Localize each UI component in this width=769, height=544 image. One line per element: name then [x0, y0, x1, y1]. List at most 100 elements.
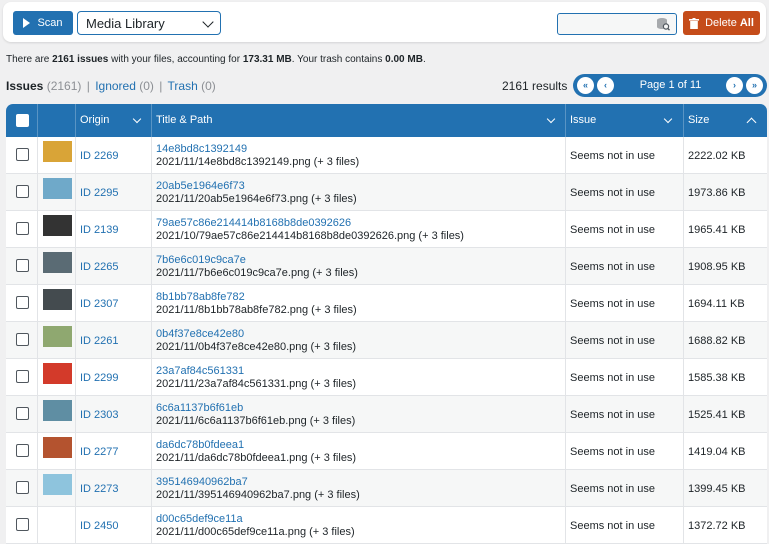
origin-link[interactable]: ID 2277	[80, 446, 119, 458]
file-title-link[interactable]: da6dc78b0fdeea1	[156, 439, 244, 451]
tab-issues-count: (2161)	[46, 79, 82, 93]
row-checkbox[interactable]	[16, 259, 29, 272]
tab-issues[interactable]: Issues	[6, 79, 43, 93]
table-row: ID 2139 79ae57c86e214414b8168b8de0392626 2…	[6, 211, 767, 248]
row-checkbox[interactable]	[16, 148, 29, 161]
thumbnail-image[interactable]	[43, 474, 72, 495]
column-issue[interactable]: Issue	[570, 104, 596, 137]
file-title-link[interactable]: 7b6e6c019c9ca7e	[156, 254, 246, 266]
file-title-link[interactable]: 8b1bb78ab8fe782	[156, 291, 245, 303]
origin-link[interactable]: ID 2139	[80, 224, 119, 236]
select-all-checkbox[interactable]	[16, 114, 29, 127]
row-checkbox[interactable]	[16, 333, 29, 346]
issue-tabs: Issues (2161) | Ignored (0) | Trash (0)	[6, 79, 216, 93]
media-source-select[interactable]: Media Library	[77, 11, 221, 35]
thumbnail-image[interactable]	[43, 400, 72, 421]
table-row: ID 2261 0b4f37e8ce42e80 2021/11/0b4f37e8ce…	[6, 322, 767, 359]
row-checkbox[interactable]	[16, 481, 29, 494]
file-path: 2021/11/395146940962ba7.png (+ 3 files)	[156, 489, 360, 501]
media-source-value: Media Library	[86, 15, 165, 31]
file-title-link[interactable]: 6c6a1137b6f61eb	[156, 402, 243, 414]
thumbnail-image[interactable]	[43, 252, 72, 273]
summary-prefix: There are	[6, 54, 53, 65]
issue-text: Seems not in use	[570, 261, 655, 273]
row-checkbox[interactable]	[16, 444, 29, 457]
first-page-button[interactable]: «	[577, 77, 594, 94]
issue-text: Seems not in use	[570, 224, 655, 236]
file-title-link[interactable]: 14e8bd8c1392149	[156, 143, 247, 155]
file-size: 1419.04 KB	[688, 446, 746, 458]
next-page-button[interactable]: ›	[726, 77, 743, 94]
thumbnail-image[interactable]	[43, 178, 72, 199]
thumbnail-image[interactable]	[43, 511, 72, 532]
issue-text: Seems not in use	[570, 409, 655, 421]
row-checkbox[interactable]	[16, 296, 29, 309]
origin-link[interactable]: ID 2307	[80, 298, 119, 310]
origin-link[interactable]: ID 2273	[80, 483, 119, 495]
table-row: ID 2450 d00c65def9ce11a 2021/11/d00c65def9…	[6, 507, 767, 544]
origin-link[interactable]: ID 2261	[80, 335, 119, 347]
file-size: 1525.41 KB	[688, 409, 746, 421]
thumbnail-image[interactable]	[43, 141, 72, 162]
origin-link[interactable]: ID 2450	[80, 520, 119, 532]
file-title-link[interactable]: 0b4f37e8ce42e80	[156, 328, 244, 340]
row-checkbox[interactable]	[16, 518, 29, 531]
pagination: « ‹ Page 1 of 11 › »	[573, 74, 767, 97]
file-title-link[interactable]: 20ab5e1964e6f73	[156, 180, 245, 192]
file-path: 2021/11/6c6a1137b6f61eb.png (+ 3 files)	[156, 415, 356, 427]
thumbnail-image[interactable]	[43, 326, 72, 347]
issue-text: Seems not in use	[570, 446, 655, 458]
sort-chevron-icon[interactable]	[663, 114, 673, 124]
thumbnail-image[interactable]	[43, 289, 72, 310]
row-checkbox[interactable]	[16, 370, 29, 383]
delete-label-bold: All	[739, 17, 754, 29]
tab-trash[interactable]: Trash	[168, 79, 198, 93]
delete-all-button[interactable]: Delete All	[683, 11, 760, 35]
file-path: 2021/11/14e8bd8c1392149.png (+ 3 files)	[156, 156, 360, 168]
summary-size: 173.31 MB	[242, 54, 292, 65]
file-title-link[interactable]: 79ae57c86e214414b8168b8de0392626	[156, 217, 351, 229]
table-header: Origin Title & Path Issue Size	[6, 104, 767, 137]
tab-ignored[interactable]: Ignored	[95, 79, 136, 93]
file-title-link[interactable]: 23a7af84c561331	[156, 365, 244, 377]
file-path: 2021/11/da6dc78b0fdeea1.png (+ 3 files)	[156, 452, 357, 464]
file-path: 2021/11/7b6e6c019c9ca7e.png (+ 3 files)	[156, 267, 358, 279]
file-size: 1965.41 KB	[688, 224, 746, 236]
summary-issues-count: 2161 issues	[52, 54, 109, 65]
tab-separator: |	[86, 79, 90, 93]
file-size: 1908.95 KB	[688, 261, 746, 273]
sort-chevron-icon[interactable]	[132, 114, 142, 124]
file-title-link[interactable]: d00c65def9ce11a	[156, 513, 243, 525]
column-origin[interactable]: Origin	[80, 104, 109, 137]
row-checkbox[interactable]	[16, 185, 29, 198]
file-path: 2021/11/20ab5e1964e6f73.png (+ 3 files)	[156, 193, 357, 205]
file-title-link[interactable]: 395146940962ba7	[156, 476, 248, 488]
row-checkbox[interactable]	[16, 407, 29, 420]
column-size[interactable]: Size	[688, 104, 709, 137]
thumbnail-image[interactable]	[43, 363, 72, 384]
thumbnail-image[interactable]	[43, 215, 72, 236]
origin-link[interactable]: ID 2265	[80, 261, 119, 273]
tab-separator: |	[159, 79, 163, 93]
origin-link[interactable]: ID 2269	[80, 150, 119, 162]
summary-mid2: . Your trash contains	[291, 54, 386, 65]
file-path: 2021/11/8b1bb78ab8fe782.png (+ 3 files)	[156, 304, 357, 316]
row-checkbox[interactable]	[16, 222, 29, 235]
last-page-button[interactable]: »	[746, 77, 763, 94]
chevron-down-icon	[202, 16, 214, 28]
thumbnail-image[interactable]	[43, 437, 72, 458]
scan-button-label: Scan	[37, 17, 63, 29]
sort-ascending-icon[interactable]	[746, 117, 757, 128]
column-title[interactable]: Title & Path	[156, 104, 212, 137]
table-row: ID 2299 23a7af84c561331 2021/11/23a7af84c5…	[6, 359, 767, 396]
origin-link[interactable]: ID 2295	[80, 187, 119, 199]
issue-text: Seems not in use	[570, 520, 655, 532]
search-input[interactable]	[557, 13, 677, 35]
scan-button[interactable]: Scan	[13, 11, 73, 35]
origin-link[interactable]: ID 2299	[80, 372, 119, 384]
trash-icon	[689, 17, 700, 29]
sort-chevron-icon[interactable]	[546, 114, 556, 124]
origin-link[interactable]: ID 2303	[80, 409, 119, 421]
prev-page-button[interactable]: ‹	[597, 77, 614, 94]
file-path: 2021/11/d00c65def9ce11a.png (+ 3 files)	[156, 526, 355, 538]
